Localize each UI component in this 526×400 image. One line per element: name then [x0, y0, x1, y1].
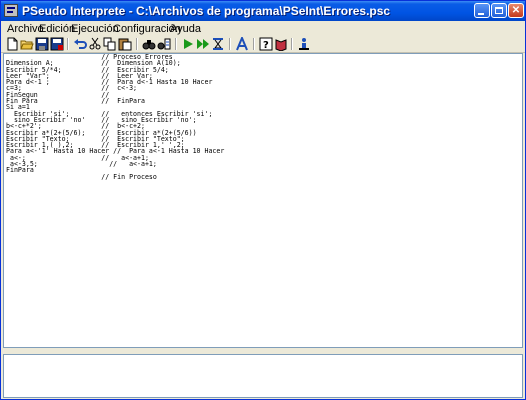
save-icon[interactable]: [35, 37, 49, 51]
toolbar-separator: [136, 38, 138, 50]
open-folder-icon[interactable]: [20, 37, 34, 51]
menu-ayuda[interactable]: Ayuda: [170, 22, 201, 36]
undo-icon[interactable]: [73, 37, 87, 51]
minimize-button[interactable]: [474, 3, 490, 18]
about-icon[interactable]: [297, 37, 311, 51]
new-file-icon[interactable]: [5, 37, 19, 51]
toolbar-separator: [175, 38, 177, 50]
toolbar-separator: [291, 38, 293, 50]
toolbar: ?: [1, 37, 525, 53]
copy-icon[interactable]: [103, 37, 117, 51]
app-icon[interactable]: [4, 4, 18, 17]
menu-ejecucion[interactable]: Ejecución: [71, 22, 119, 36]
run-icon[interactable]: [181, 37, 195, 51]
maximize-button[interactable]: [491, 3, 507, 18]
find-icon[interactable]: [142, 37, 156, 51]
svg-text:?: ?: [263, 40, 269, 51]
code-text[interactable]: // Proceso Errores Dimension A; // Dimen…: [6, 54, 224, 180]
step-run-icon[interactable]: [196, 37, 210, 51]
title-bar[interactable]: PSeudo Interprete - C:\Archivos de progr…: [1, 1, 525, 21]
cut-icon[interactable]: [88, 37, 102, 51]
toolbar-separator: [229, 38, 231, 50]
font-icon[interactable]: [235, 37, 249, 51]
code-editor[interactable]: // Proceso Errores Dimension A; // Dimen…: [3, 53, 523, 348]
help-icon[interactable]: ?: [259, 37, 273, 51]
debug-icon[interactable]: [211, 37, 225, 51]
toolbar-separator: [67, 38, 69, 50]
toolbar-separator: [253, 38, 255, 50]
paste-icon[interactable]: [118, 37, 132, 51]
book-icon[interactable]: [274, 37, 288, 51]
menu-edicion[interactable]: Edición: [39, 22, 75, 36]
close-button[interactable]: ✕: [508, 3, 524, 18]
window-title: PSeudo Interprete - C:\Archivos de progr…: [22, 4, 391, 18]
main-window: PSeudo Interprete - C:\Archivos de progr…: [0, 0, 526, 400]
menu-bar: Archivo Edición Ejecución Configuración …: [1, 21, 525, 37]
output-panel[interactable]: [3, 354, 523, 398]
save-as-icon[interactable]: [50, 37, 64, 51]
replace-icon[interactable]: [157, 37, 171, 51]
